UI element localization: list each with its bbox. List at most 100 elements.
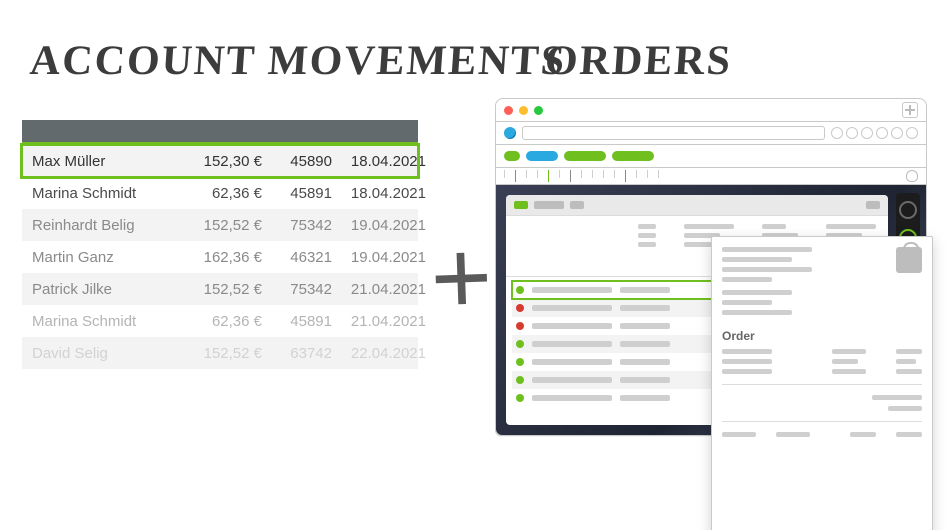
table-row[interactable]: Marina Schmidt62,36 €4589121.04.2021 <box>22 305 418 337</box>
table-row[interactable]: Marina Schmidt62,36 €4589118.04.2021 <box>22 177 418 209</box>
favicon-icon <box>504 127 516 139</box>
filter-pill[interactable] <box>564 151 606 161</box>
order-label <box>620 395 670 401</box>
cell-name: Reinhardt Belig <box>32 217 182 234</box>
order-label <box>532 287 612 293</box>
cell-date: 19.04.2021 <box>340 217 426 234</box>
window-min-dot[interactable] <box>519 106 528 115</box>
action-icon[interactable] <box>861 127 873 139</box>
order-label <box>620 377 670 383</box>
cell-ref: 45891 <box>262 185 332 202</box>
status-dot-icon <box>516 394 524 402</box>
order-document: Order <box>711 236 933 530</box>
order-label <box>532 359 612 365</box>
doc-line <box>722 247 812 252</box>
url-input[interactable] <box>522 126 825 140</box>
cell-ref: 75342 <box>262 217 332 234</box>
doc-line <box>722 310 792 315</box>
order-label <box>532 305 612 311</box>
cell-date: 18.04.2021 <box>340 185 426 202</box>
order-title: Order <box>722 329 922 343</box>
order-label <box>532 341 612 347</box>
cell-amount: 62,36 € <box>182 313 262 330</box>
filter-pill-row <box>496 145 926 168</box>
doc-line <box>722 267 812 272</box>
order-label <box>620 341 670 347</box>
toolbar-chip[interactable] <box>514 201 528 209</box>
cell-date: 22.04.2021 <box>340 345 426 362</box>
browser-urlrow <box>496 122 926 145</box>
account-movements-table: Max Müller152,30 €4589018.04.2021Marina … <box>22 120 418 369</box>
bell-icon[interactable] <box>906 170 918 182</box>
new-tab-button[interactable] <box>902 102 918 118</box>
window-close-dot[interactable] <box>504 106 513 115</box>
browser-action-icons <box>831 127 918 139</box>
order-label <box>532 323 612 329</box>
cell-amount: 152,52 € <box>182 281 262 298</box>
cell-name: David Selig <box>32 345 182 362</box>
cell-date: 21.04.2021 <box>340 313 426 330</box>
order-label <box>620 287 670 293</box>
dock-icon[interactable] <box>899 201 917 219</box>
timeline-row <box>496 168 926 185</box>
doc-line <box>722 257 792 262</box>
status-dot-icon <box>516 358 524 366</box>
divider <box>722 421 922 422</box>
table-row[interactable]: Max Müller152,30 €4589018.04.2021 <box>22 145 418 177</box>
filter-pill[interactable] <box>504 151 520 161</box>
doc-line <box>722 277 772 282</box>
table-row[interactable]: Martin Ganz162,36 €4632119.04.2021 <box>22 241 418 273</box>
table-row[interactable]: Reinhardt Belig152,52 €7534219.04.2021 <box>22 209 418 241</box>
cell-name: Martin Ganz <box>32 249 182 266</box>
action-icon[interactable] <box>906 127 918 139</box>
cell-ref: 46321 <box>262 249 332 266</box>
cell-amount: 162,36 € <box>182 249 262 266</box>
doc-line <box>722 300 772 305</box>
table-header-bar <box>22 120 418 145</box>
status-dot-icon <box>516 376 524 384</box>
cell-name: Patrick Jilke <box>32 281 182 298</box>
action-icon[interactable] <box>876 127 888 139</box>
filter-pill[interactable] <box>612 151 654 161</box>
action-icon[interactable] <box>831 127 843 139</box>
status-dot-icon <box>516 286 524 294</box>
cell-date: 19.04.2021 <box>340 249 426 266</box>
cell-name: Marina Schmidt <box>32 313 182 330</box>
cell-amount: 152,30 € <box>182 153 262 170</box>
orders-mock: 152,30 €0,00 €2,19 €2,19 €2,19 €1,40 €2,… <box>495 98 925 436</box>
action-icon[interactable] <box>891 127 903 139</box>
cell-ref: 75342 <box>262 281 332 298</box>
action-icon[interactable] <box>846 127 858 139</box>
heading-account-movements: Account movements <box>29 40 568 82</box>
toolbar-chip[interactable] <box>534 201 564 209</box>
cell-ref: 45890 <box>262 153 332 170</box>
cell-name: Marina Schmidt <box>32 185 182 202</box>
cell-amount: 62,36 € <box>182 185 262 202</box>
status-dot-icon <box>516 304 524 312</box>
cell-name: Max Müller <box>32 153 182 170</box>
order-label <box>620 323 670 329</box>
toolbar-chip[interactable] <box>570 201 584 209</box>
toolbar-chip[interactable] <box>866 201 880 209</box>
diagram-canvas: Account movements Orders Max Müller152,3… <box>0 0 950 530</box>
cell-amount: 152,52 € <box>182 217 262 234</box>
status-dot-icon <box>516 340 524 348</box>
shopping-bag-icon <box>896 247 922 273</box>
browser-tabbar <box>496 99 926 122</box>
table-body: Max Müller152,30 €4589018.04.2021Marina … <box>22 145 418 369</box>
status-dot-icon <box>516 322 524 330</box>
table-row[interactable]: David Selig152,52 €6374222.04.2021 <box>22 337 418 369</box>
filter-pill[interactable] <box>526 151 558 161</box>
table-row[interactable]: Patrick Jilke152,52 €7534221.04.2021 <box>22 273 418 305</box>
doc-line <box>722 290 792 295</box>
heading-orders: Orders <box>544 40 734 82</box>
divider <box>722 384 922 385</box>
app-toolbar <box>506 195 888 216</box>
plus-glyph: + <box>428 214 495 343</box>
cell-date: 18.04.2021 <box>340 153 426 170</box>
cell-ref: 63742 <box>262 345 332 362</box>
order-label <box>620 305 670 311</box>
cell-date: 21.04.2021 <box>340 281 426 298</box>
window-max-dot[interactable] <box>534 106 543 115</box>
order-line-items <box>722 349 922 374</box>
